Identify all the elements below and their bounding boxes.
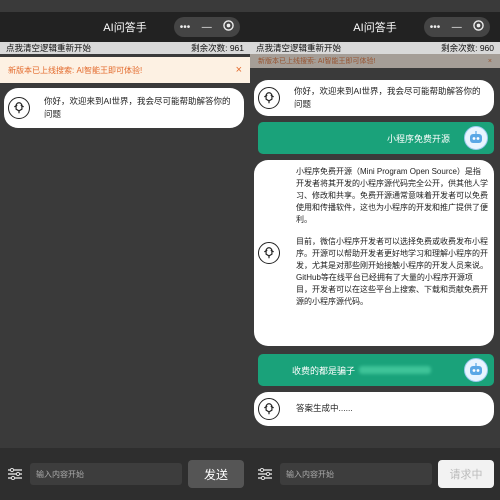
requesting-button[interactable]: 请求中: [438, 460, 494, 488]
message-text: 你好，欢迎来到AI世界，我会尽可能帮助解答你的问题: [44, 96, 231, 119]
more-icon[interactable]: •••: [180, 22, 191, 33]
chat-panel-left: AI问答手 ••• — 点我清空逻辑重新开始 剩余次数: 961 新版本已上线搜…: [0, 0, 250, 500]
sliders-icon[interactable]: [256, 465, 274, 483]
redacted-text: [359, 366, 432, 374]
mini-program-capsule[interactable]: ••• —: [424, 17, 490, 37]
notice-text: 新版本已上线搜索: AI智能王即可体验!: [8, 65, 143, 75]
status-bar: 点我清空逻辑重新开始 剩余次数: 960: [250, 42, 500, 54]
input-bar: 发送: [0, 448, 250, 500]
ai-message: 答案生成中......: [254, 392, 494, 426]
openai-logo-icon: [8, 97, 30, 119]
title-bar: AI问答手 ••• —: [0, 12, 250, 42]
target-close-icon[interactable]: [223, 20, 234, 34]
openai-logo-icon: [258, 87, 280, 109]
message-text: 答案生成中......: [296, 403, 353, 413]
ai-message: 你好，欢迎来到AI世界，我会尽可能帮助解答你的问题: [4, 88, 244, 128]
notice-close-icon[interactable]: ×: [236, 64, 242, 76]
notice-text: 新版本已上线搜索: AI智能王即可体验!: [258, 58, 376, 65]
title-bar: AI问答手 ••• —: [250, 12, 500, 42]
app-title: AI问答手: [103, 22, 147, 34]
openai-logo-icon: [258, 242, 280, 264]
update-notice: 新版本已上线搜索: AI智能王即可体验! ×: [0, 57, 250, 83]
notice-close-icon[interactable]: ×: [488, 58, 492, 65]
message-text: 收费的都是骗子: [292, 365, 356, 376]
message-input[interactable]: [30, 463, 182, 485]
minimize-icon[interactable]: —: [452, 22, 462, 33]
sliders-icon[interactable]: [6, 465, 24, 483]
more-icon[interactable]: •••: [430, 22, 441, 33]
user-message: 收费的都是骗子: [258, 354, 494, 386]
update-notice: 新版本已上线搜索: AI智能王即可体验! ×: [250, 54, 500, 68]
answer-paragraph-1: 小程序免费开源（Mini Program Open Source）是指开发者将其…: [296, 167, 488, 224]
ai-message: 小程序免费开源（Mini Program Open Source）是指开发者将其…: [254, 160, 494, 346]
openai-logo-icon: [258, 398, 280, 420]
input-bar: 请求中: [250, 448, 500, 500]
clear-chat-link[interactable]: 点我清空逻辑重新开始: [256, 42, 341, 54]
clear-chat-link[interactable]: 点我清空逻辑重新开始: [6, 42, 91, 54]
remaining-count: 剩余次数: 961: [191, 43, 244, 53]
message-text: 你好，欢迎来到AI世界，我会尽可能帮助解答你的问题: [294, 86, 481, 109]
status-bar: 点我清空逻辑重新开始 剩余次数: 961: [0, 42, 250, 54]
mini-program-capsule[interactable]: ••• —: [174, 17, 240, 37]
user-message: 小程序免费开源: [258, 122, 494, 154]
minimize-icon[interactable]: —: [202, 22, 212, 33]
answer-paragraph-2: 目前，微信小程序开发者可以选择免费或收费发布小程序。开源可以帮助开发者更好地学习…: [296, 237, 488, 306]
message-text: 小程序免费开源: [386, 133, 450, 144]
send-button[interactable]: 发送: [188, 460, 244, 488]
app-title: AI问答手: [353, 22, 397, 34]
remaining-count: 剩余次数: 960: [441, 43, 494, 53]
robot-avatar-icon: [464, 358, 488, 382]
message-text: 小程序免费开源（Mini Program Open Source）是指开发者将其…: [296, 166, 488, 308]
message-input[interactable]: [280, 463, 432, 485]
chat-panel-right: AI问答手 ••• — 点我清空逻辑重新开始 剩余次数: 960 新版本已上线搜…: [250, 0, 500, 500]
ai-message: 你好，欢迎来到AI世界，我会尽可能帮助解答你的问题: [254, 80, 494, 116]
target-close-icon[interactable]: [473, 20, 484, 34]
robot-avatar-icon: [464, 126, 488, 150]
